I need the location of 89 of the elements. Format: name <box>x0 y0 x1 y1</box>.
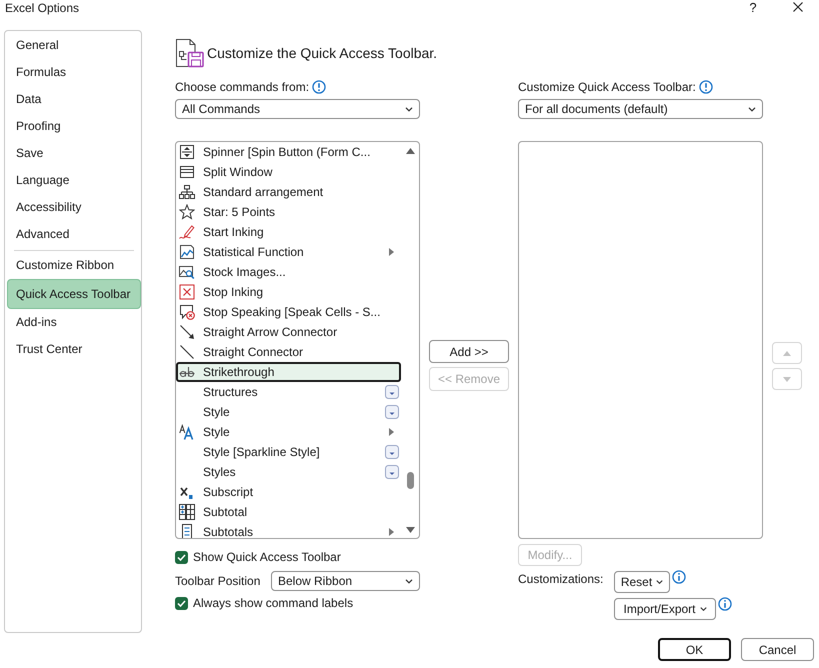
chevron-down-icon <box>748 106 756 112</box>
submenu-arrow-icon <box>389 528 394 536</box>
font-style-icon <box>179 424 195 440</box>
add-button[interactable]: Add >> <box>429 340 509 363</box>
checkbox[interactable] <box>175 550 188 564</box>
command-item[interactable]: Style [Sparkline Style] <box>176 442 401 462</box>
position-dropdown[interactable]: Below Ribbon <box>271 571 420 591</box>
field-label: Choose commands from: <box>175 79 310 95</box>
command-item[interactable]: Subscript <box>176 482 401 502</box>
dialog-button[interactable]: OK <box>658 638 731 661</box>
document-save-icon <box>175 38 204 68</box>
help-button[interactable]: ? <box>745 0 761 16</box>
reset-button[interactable]: Reset <box>614 571 670 593</box>
sidebar-item[interactable]: General <box>7 32 141 59</box>
command-item[interactable]: Stop Inking <box>176 282 401 302</box>
field-label: Customize Quick Access Toolbar: <box>518 79 696 95</box>
command-item[interactable]: Styles <box>176 462 401 482</box>
command-item[interactable]: Statistical Function <box>176 242 401 262</box>
scrollbar-thumb[interactable] <box>406 472 414 489</box>
command-item[interactable]: Strikethrough <box>176 362 401 382</box>
sidebar-item[interactable]: Proofing <box>7 113 141 140</box>
gallery-dropdown-icon <box>385 445 399 459</box>
gallery-dropdown-icon <box>385 405 399 419</box>
command-item[interactable]: Stock Images... <box>176 262 401 282</box>
scroll-down-icon[interactable] <box>406 527 414 533</box>
image-search-icon <box>179 264 195 280</box>
command-item[interactable]: Style <box>176 422 401 442</box>
sidebar-item[interactable]: Language <box>7 167 141 194</box>
gallery-dropdown-icon <box>385 465 399 479</box>
triangle-up-icon <box>783 350 791 356</box>
field-label: Toolbar Position <box>175 574 262 588</box>
command-item[interactable]: Split Window <box>176 162 401 182</box>
command-item[interactable]: Subtotals <box>176 522 401 538</box>
scroll-up-icon[interactable] <box>406 148 414 154</box>
arrow-line-icon <box>179 324 195 340</box>
checkbox-label: Always show command labels <box>193 596 354 610</box>
info-icon <box>672 570 686 584</box>
sidebar-item[interactable]: Save <box>7 140 141 167</box>
command-item[interactable]: Straight Arrow Connector <box>176 322 401 342</box>
info-icon <box>718 597 732 611</box>
command-item[interactable]: Stop Speaking [Speak Cells - S... <box>176 302 401 322</box>
sidebar-item[interactable]: Formulas <box>7 59 141 86</box>
page-title: Customize the Quick Access Toolbar. <box>207 44 438 62</box>
checkbox[interactable] <box>175 596 188 610</box>
checkbox-label: Show Quick Access Toolbar <box>193 550 341 564</box>
import-export-button[interactable]: Import/Export <box>614 598 716 620</box>
sidebar-item[interactable]: Add-ins <box>7 309 141 336</box>
strikethrough-icon <box>179 364 195 380</box>
sidebar-item[interactable]: Customize Ribbon <box>7 252 141 279</box>
list-document-icon <box>179 524 195 538</box>
commands-dropdown[interactable]: All Commands <box>175 99 420 119</box>
command-item[interactable]: Star: 5 Points <box>176 202 401 222</box>
sidebar-item[interactable]: Advanced <box>7 221 141 248</box>
submenu-arrow-icon <box>389 428 394 436</box>
pen-icon <box>179 224 195 240</box>
command-item[interactable]: Spinner [Spin Button (Form C... <box>176 142 401 162</box>
info-icon <box>312 80 326 94</box>
split-window-icon <box>179 164 195 180</box>
org-chart-icon <box>179 184 195 200</box>
window-title: Excel Options <box>5 0 80 16</box>
command-item[interactable]: Structures <box>176 382 401 402</box>
sidebar-item[interactable]: Data <box>7 86 141 113</box>
chevron-down-icon <box>405 578 413 584</box>
diagonal-line-icon <box>179 344 195 360</box>
submenu-arrow-icon <box>389 248 394 256</box>
command-item[interactable]: Start Inking <box>176 222 401 242</box>
line-chart-icon <box>179 244 195 260</box>
info-icon <box>698 80 713 94</box>
command-item[interactable]: Straight Connector <box>176 342 401 362</box>
x-box-icon <box>179 284 195 300</box>
spinner-icon <box>179 144 195 160</box>
chevron-down-icon <box>700 607 707 611</box>
sidebar-item[interactable]: Accessibility <box>7 194 141 221</box>
speech-stop-icon <box>179 304 195 320</box>
gallery-dropdown-icon <box>385 385 399 399</box>
star-icon <box>179 204 195 220</box>
chevron-down-icon <box>405 106 413 112</box>
chevron-down-icon <box>656 580 664 584</box>
field-label: Customizations: <box>518 571 604 588</box>
command-item[interactable]: Style <box>176 402 401 422</box>
subtotal-icon <box>179 504 195 520</box>
dialog-button[interactable]: Cancel <box>741 638 814 661</box>
sidebar-item[interactable]: Quick Access Toolbar <box>7 279 141 309</box>
close-icon[interactable] <box>793 2 803 12</box>
triangle-down-icon <box>783 376 791 382</box>
command-item[interactable]: Subtotal <box>176 502 401 522</box>
command-item[interactable]: Standard arrangement <box>176 182 401 202</box>
toolbar-target-dropdown[interactable]: For all documents (default) <box>518 99 763 119</box>
sidebar-item[interactable]: Trust Center <box>7 336 141 363</box>
